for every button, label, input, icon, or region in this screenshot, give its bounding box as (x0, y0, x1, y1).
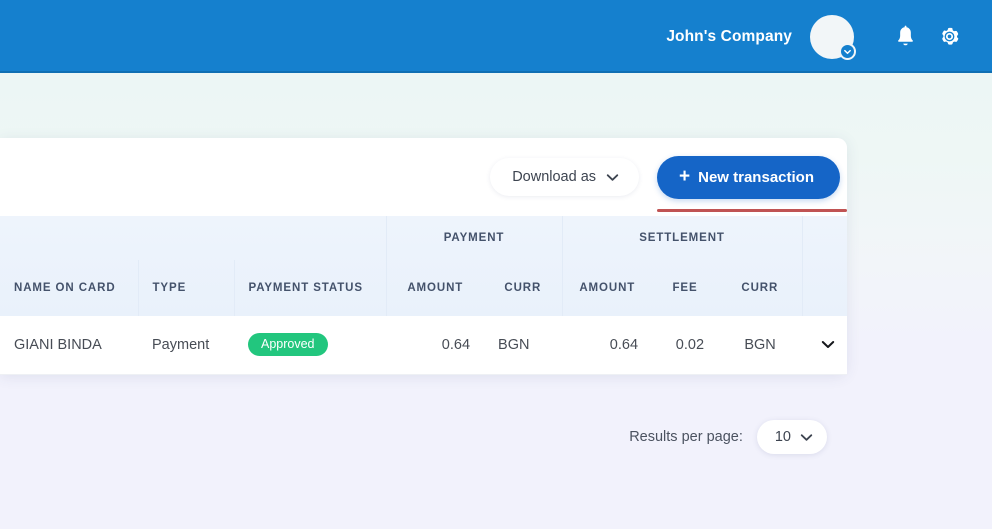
table-group-header-row: PAYMENT SETTLEMENT (0, 216, 847, 260)
download-as-button[interactable]: Download as (490, 158, 639, 196)
app-root: John's Company (0, 0, 992, 529)
table-body: GIANI BINDA Payment Approved 0.64 BGN 0.… (0, 316, 847, 374)
table-column-header-row: NAME ON CARD TYPE PAYMENT STATUS AMOUNT … (0, 260, 847, 316)
table-head: PAYMENT SETTLEMENT NAME ON CARD TYPE PAY… (0, 216, 847, 316)
column-header-settlement-curr[interactable]: CURR (718, 260, 802, 316)
cell-settlement-amount: 0.64 (562, 316, 652, 374)
group-header-settlement: SETTLEMENT (562, 216, 802, 260)
table-row[interactable]: GIANI BINDA Payment Approved 0.64 BGN 0.… (0, 316, 847, 374)
cell-settlement-fee: 0.02 (652, 316, 718, 374)
avatar-dropdown-badge[interactable] (839, 43, 856, 60)
new-transaction-label: New transaction (698, 169, 814, 186)
column-header-type[interactable]: TYPE (138, 260, 234, 316)
group-header-blank-right (802, 216, 847, 260)
status-badge: Approved (248, 333, 328, 356)
column-header-expand (802, 260, 847, 316)
results-per-page-value: 10 (775, 429, 791, 445)
cell-type: Payment (138, 316, 234, 374)
row-expand-button[interactable] (816, 333, 840, 357)
highlight-underline (657, 209, 847, 212)
chevron-down-icon (606, 173, 619, 182)
settings-button[interactable] (934, 22, 964, 52)
transactions-card: Download as + New transaction (0, 138, 847, 375)
avatar[interactable] (810, 15, 854, 59)
plus-icon: + (679, 167, 690, 186)
chevron-down-icon (800, 433, 813, 442)
cell-payment-status: Approved (234, 316, 386, 374)
cell-payment-curr: BGN (484, 316, 562, 374)
column-header-payment-status[interactable]: PAYMENT STATUS (234, 260, 386, 316)
bell-icon (895, 25, 916, 48)
app-header: John's Company (0, 0, 992, 73)
results-per-page-select[interactable]: 10 (757, 420, 827, 454)
transactions-table: PAYMENT SETTLEMENT NAME ON CARD TYPE PAY… (0, 216, 847, 375)
new-transaction-button[interactable]: + New transaction (657, 156, 840, 199)
results-per-page-label: Results per page: (629, 429, 743, 445)
cell-payment-amount: 0.64 (386, 316, 484, 374)
column-header-settlement-amount[interactable]: AMOUNT (562, 260, 652, 316)
column-header-settlement-fee[interactable]: FEE (652, 260, 718, 316)
gear-icon (938, 25, 961, 48)
pagination-zone: Results per page: 10 (0, 398, 847, 474)
new-transaction-wrapper: + New transaction (657, 156, 840, 199)
card-toolbar: Download as + New transaction (0, 138, 847, 216)
group-header-payment: PAYMENT (386, 216, 562, 260)
chevron-down-icon (843, 47, 852, 56)
column-header-payment-curr[interactable]: CURR (484, 260, 562, 316)
pagination: Results per page: 10 (0, 398, 847, 474)
cell-name-on-card: GIANI BINDA (0, 316, 138, 374)
chevron-down-icon (821, 340, 835, 349)
cell-settlement-curr: BGN (718, 316, 802, 374)
column-header-payment-amount[interactable]: AMOUNT (386, 260, 484, 316)
group-header-blank-left (0, 216, 386, 260)
cell-expand[interactable] (802, 316, 847, 374)
company-name: John's Company (666, 28, 792, 46)
notifications-button[interactable] (890, 22, 920, 52)
column-header-name-on-card[interactable]: NAME ON CARD (0, 260, 138, 316)
download-as-label: Download as (512, 169, 596, 185)
